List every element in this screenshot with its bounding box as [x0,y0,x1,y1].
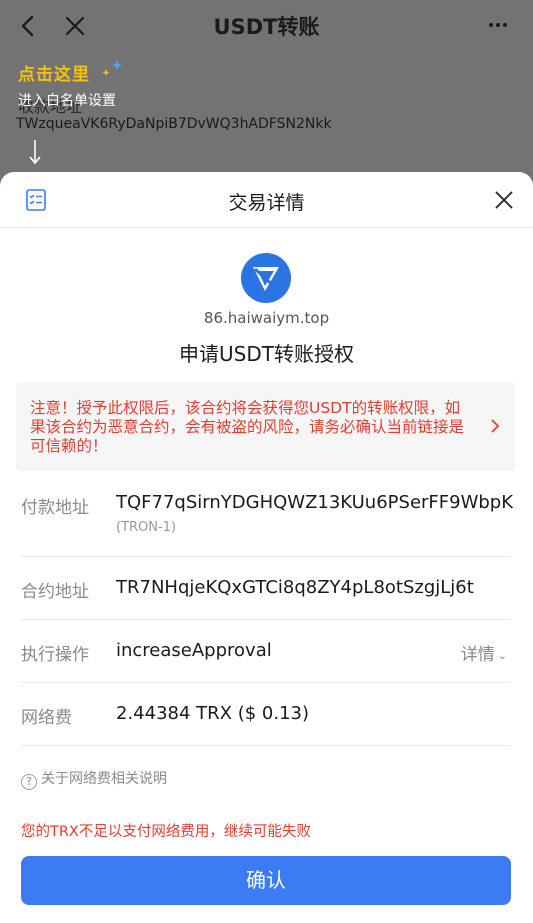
whitelist-hint-title[interactable]: 点击这里 [18,60,90,85]
chevron-down-icon: ⌄ [497,648,507,662]
request-title: 申请USDT转账授权 [179,342,354,366]
payer-network-tag: (TRON-1) [116,520,177,535]
tokenpocket-logo-icon [241,253,291,303]
arrow-down-icon [26,138,44,168]
risk-warning-text: 注意！授予此权限后，该合约将会获得您USDT的转账权限，如果该合约为恶意合约，会… [30,399,465,455]
sheet-title: 交易详情 [228,192,305,214]
more-dots-icon[interactable] [487,18,509,32]
sheet-header: 交易详情 [0,172,533,228]
transaction-detail-sheet: 交易详情 86.haiwaiym.top 申请USDT转账授权 注意！授予此权限… [0,172,533,923]
top-nav-bar: USDT转账 [0,0,533,52]
network-fee-value: 2.44384 TRX ($ 0.13) [116,703,310,724]
operation-detail-button[interactable]: 详情 ⌄ [461,640,507,665]
insufficient-fee-error: 您的TRX不足以支付网络费用，继续可能失败 [21,824,311,840]
network-fee-label: 网络费 [21,708,72,728]
operation-detail-label: 详情 [460,645,495,665]
recipient-address: TWzqueaVK6RyDaNpiB7DvWQ3hADFSN2Nkk [16,116,332,132]
close-icon[interactable] [493,189,515,211]
whitelist-hint-subtitle: 进入白名单设置 [18,93,116,109]
fee-help-text: 关于网络费相关说明 [41,771,167,787]
contract-address-row: 合约地址 TR7NHqjeKQxGTCi8q8ZY4pL8otSzgjLj6t [21,557,511,620]
operation-row: 执行操作 increaseApproval 详情 ⌄ [21,620,511,683]
question-circle-icon: ? [21,774,37,790]
sparkle-icon [100,58,124,80]
operation-label: 执行操作 [21,645,89,665]
contract-address-label: 合约地址 [21,582,89,602]
risk-warning-banner[interactable]: 注意！授予此权限后，该合约将会获得您USDT的转账权限，如果该合约为恶意合约，会… [16,382,515,471]
operation-value: increaseApproval [116,640,272,661]
payer-address-value: TQF77qSirnYDGHQWZ13KUu6PSerFF9WbpK [116,492,514,513]
payer-address-label: 付款地址 [21,498,89,518]
chevron-right-icon [489,417,501,435]
contract-address-value: TR7NHqjeKQxGTCi8q8ZY4pL8otSzgjLj6t [116,577,474,598]
fee-help-link[interactable]: ? 关于网络费相关说明 [21,768,167,790]
confirm-button[interactable]: 确认 [21,856,511,905]
network-fee-row: 网络费 2.44384 TRX ($ 0.13) [21,683,511,746]
page-title: USDT转账 [213,15,320,39]
payer-address-row: 付款地址 TQF77qSirnYDGHQWZ13KUu6PSerFF9WbpK … [21,472,514,557]
dapp-domain: 86.haiwaiym.top [203,309,330,327]
